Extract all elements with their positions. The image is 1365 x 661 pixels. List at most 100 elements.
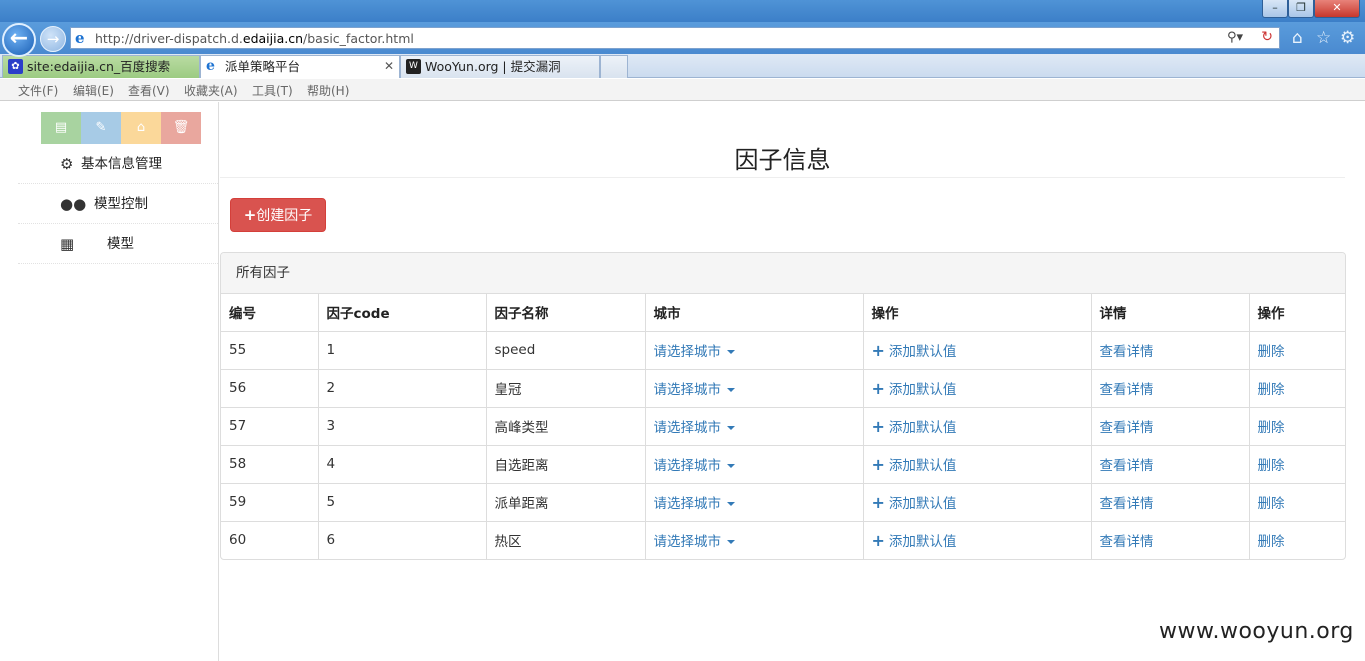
settings-gear-icon[interactable]: ⚙ [1340,28,1355,48]
cell-detail: 查看详情 [1091,407,1250,446]
add-default-link[interactable]: + 添加默认值 [871,379,957,398]
add-default-link[interactable]: + 添加默认值 [872,417,957,436]
maximize-button[interactable]: ❐ [1288,0,1314,18]
minimize-button[interactable]: – [1262,0,1288,18]
new-tab-button[interactable] [600,55,628,78]
refresh-icon[interactable]: ↻ [1261,29,1273,45]
tab-close-icon[interactable]: ✕ [384,56,394,77]
delete-link[interactable]: 删除 [1258,496,1285,512]
city-select-dropdown[interactable]: 请选择城市 [653,458,735,474]
add-default-label: 添加默认值 [888,458,957,474]
address-bar[interactable]: e http://driver-dispatch.d.edaijia.cn/ba… [70,27,1280,49]
sidebar: ▤ ✎ ⌂ 🗑 ⚙ 基本信息管理 ●● 模型控制 ▦ 模型 [0,102,219,661]
view-detail-link[interactable]: 查看详情 [1100,382,1154,398]
delete-link[interactable]: 删除 [1258,382,1285,398]
table-row: 60 6 热区 请选择城市 + 添加默认值 查看详情 删除 [221,521,1345,559]
forward-button[interactable]: → [40,26,66,52]
add-default-label: 添加默认值 [888,534,957,551]
users-icon: ●● [60,195,87,213]
col-header-detail: 详情 [1091,294,1250,332]
sidebar-item-model[interactable]: ▦ 模型 [18,224,218,264]
menu-edit[interactable]: 编辑(E) [73,82,114,99]
sidebar-item-model-control[interactable]: ●● 模型控制 [18,184,218,224]
add-default-label: 添加默认值 [888,420,957,436]
close-window-button[interactable]: ✕ [1314,0,1360,18]
city-select-dropdown[interactable]: 请选择城市 [654,382,735,398]
tab-wooyun[interactable]: W WooYun.org | 提交漏洞 [400,55,600,78]
delete-link[interactable]: 删除 [1258,344,1285,360]
watermark: www.wooyun.org [1159,619,1354,644]
menu-favorites[interactable]: 收藏夹(A) [184,82,238,99]
cell-action: + 添加默认值 [863,369,1092,408]
sidebar-item-label: 模型 [107,236,134,252]
caret-down-icon [727,350,735,354]
delete-link[interactable]: 删除 [1258,458,1285,474]
cell-delete: 删除 [1249,407,1345,446]
city-select-label: 请选择城市 [653,458,722,474]
tab-baidu-search[interactable]: ✿ site:edaijia.cn_百度搜索 [2,55,200,78]
cell-id: 60 [221,521,319,559]
view-detail-link[interactable]: 查看详情 [1100,344,1154,360]
address-url[interactable]: http://driver-dispatch.d.edaijia.cn/basi… [95,31,414,46]
menu-tools[interactable]: 工具(T) [252,82,293,99]
plus-icon: + [871,379,885,398]
plus-icon: + [871,341,885,360]
cell-city: 请选择城市 [645,445,864,484]
grid-icon: ▦ [60,235,75,253]
back-button[interactable]: ← [2,23,36,57]
create-factor-button[interactable]: +创建因子 [230,198,326,232]
cell-name: 热区 [486,521,646,559]
add-default-label: 添加默认值 [888,382,957,398]
delete-link[interactable]: 删除 [1258,420,1285,436]
city-select-label: 请选择城市 [653,534,722,551]
baidu-paw-icon: ✿ [8,59,23,74]
menu-file[interactable]: 文件(F) [18,82,58,99]
tab-label: 派单策略平台 [225,59,301,74]
trash-icon: 🗑 [172,120,190,135]
add-default-link[interactable]: + 添加默认值 [872,531,957,551]
view-detail-link[interactable]: 查看详情 [1100,458,1154,474]
grid-view-button[interactable]: ▤ [41,112,81,144]
menu-view[interactable]: 查看(V) [128,82,170,99]
city-select-dropdown[interactable]: 请选择城市 [654,420,735,436]
add-default-link[interactable]: + 添加默认值 [872,455,957,474]
gears-icon: ⚙ [60,155,74,173]
view-detail-link[interactable]: 查看详情 [1100,420,1154,436]
address-row: ← → e http://driver-dispatch.d.edaijia.c… [0,22,1365,57]
cell-city: 请选择城市 [645,369,864,408]
caret-down-icon [727,464,735,468]
view-detail-link[interactable]: 查看详情 [1100,496,1154,512]
col-header-delete: 操作 [1249,294,1345,332]
add-default-link[interactable]: + 添加默认值 [872,493,957,512]
wooyun-icon: W [406,59,421,74]
table-row: 58 4 自选距离 请选择城市 + 添加默认值 查看详情 删除 [221,445,1345,484]
tab-dispatch-platform[interactable]: e 派单策略平台 ✕ [200,55,400,78]
create-factor-label: 创建因子 [256,208,313,224]
cell-id: 56 [221,369,319,408]
trash-button[interactable]: 🗑 [161,112,201,144]
favorites-star-icon[interactable]: ☆ [1316,28,1331,48]
cell-name: 皇冠 [486,369,646,408]
add-default-link[interactable]: + 添加默认值 [871,341,957,360]
cell-delete: 删除 [1249,521,1345,559]
home-icon[interactable]: ⌂ [1292,28,1303,48]
city-select-dropdown[interactable]: 请选择城市 [654,344,735,360]
caret-down-icon [727,388,735,392]
cell-code: 3 [318,407,487,446]
cell-action: + 添加默认值 [863,407,1092,446]
city-select-dropdown[interactable]: 请选择城市 [653,534,735,551]
home-button[interactable]: ⌂ [121,112,161,144]
list-icon: ▤ [54,120,68,135]
sidebar-item-basic-info[interactable]: ⚙ 基本信息管理 [18,144,218,184]
delete-link[interactable]: 删除 [1258,534,1285,550]
table-header-row: 编号 因子code 因子名称 城市 操作 详情 操作 [221,294,1345,332]
cell-detail: 查看详情 [1091,483,1250,522]
view-detail-link[interactable]: 查看详情 [1100,534,1154,550]
search-icon[interactable]: ⚲▾ [1227,30,1243,45]
menu-help[interactable]: 帮助(H) [307,82,349,99]
table-row: 59 5 派单距离 请选择城市 + 添加默认值 查看详情 删除 [221,483,1345,522]
cell-id: 58 [221,445,319,484]
table-row: 56 2 皇冠 请选择城市 + 添加默认值 查看详情 删除 [221,369,1345,408]
city-select-dropdown[interactable]: 请选择城市 [654,496,735,512]
edit-button[interactable]: ✎ [81,112,121,144]
